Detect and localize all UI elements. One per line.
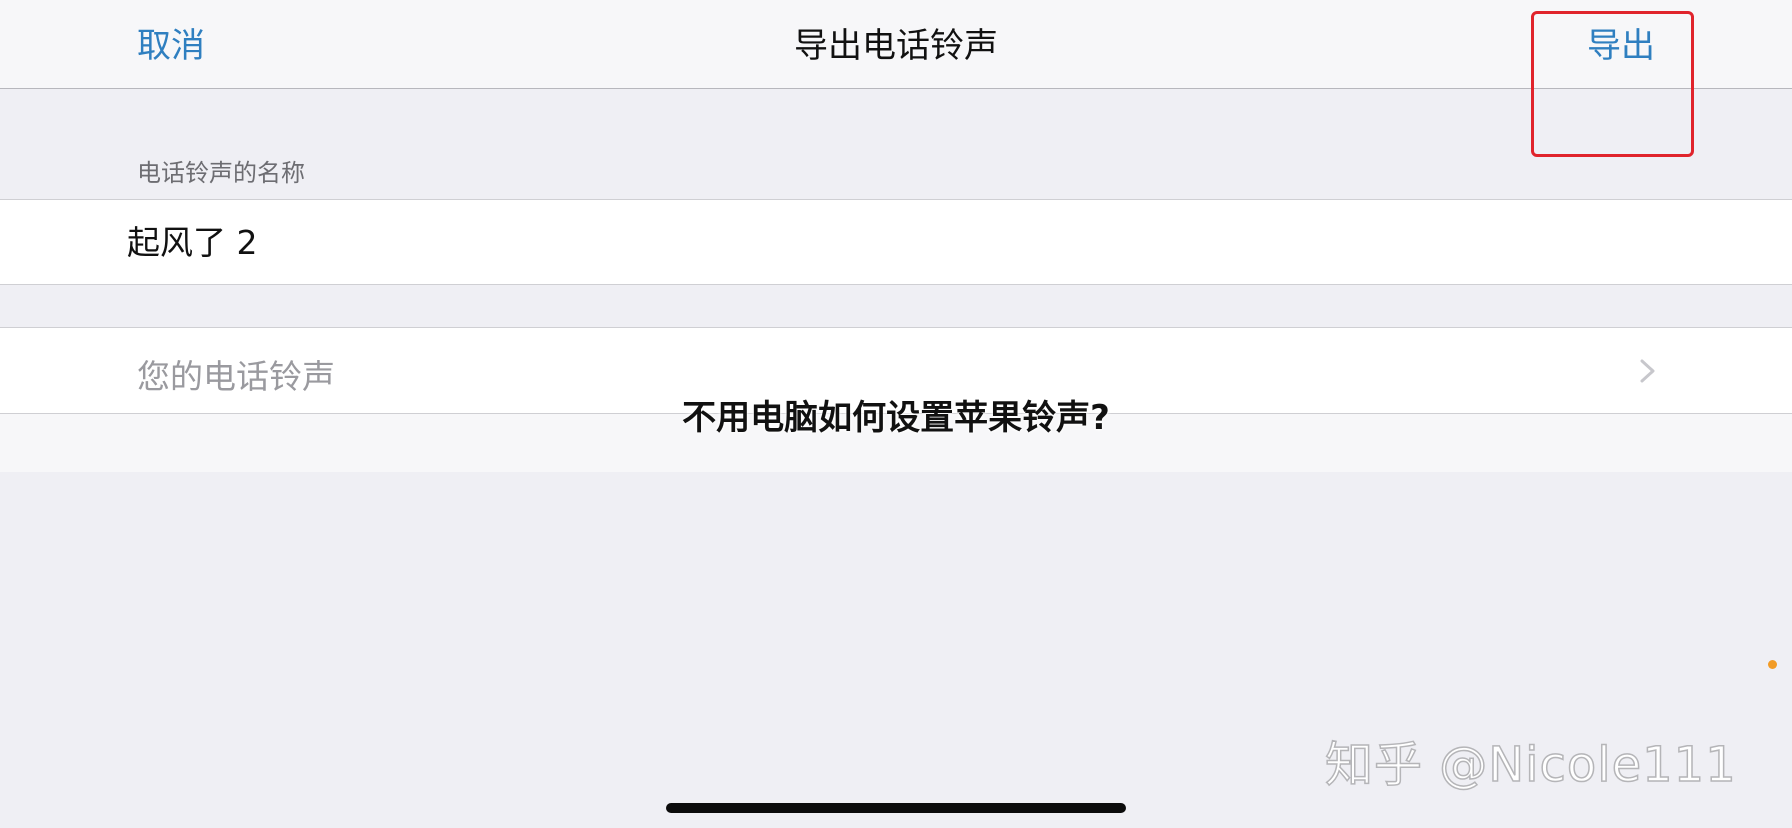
ringtone-name-header: 电话铃声的名称 (137, 159, 305, 187)
page-title: 导出电话铃声 (794, 26, 998, 66)
orange-indicator-dot (1768, 660, 1777, 669)
navigation-bar: 取消 导出电话铃声 导出 (0, 0, 1792, 89)
ringtone-name-input[interactable] (127, 220, 1627, 259)
export-highlight-box (1531, 11, 1694, 157)
ringtone-name-cell (0, 199, 1792, 285)
overlay-caption: 不用电脑如何设置苹果铃声? (682, 398, 1110, 438)
chevron-right-icon (1640, 359, 1655, 383)
home-indicator[interactable] (666, 803, 1126, 813)
watermark: 知乎 @Nicole111 (1324, 736, 1737, 794)
